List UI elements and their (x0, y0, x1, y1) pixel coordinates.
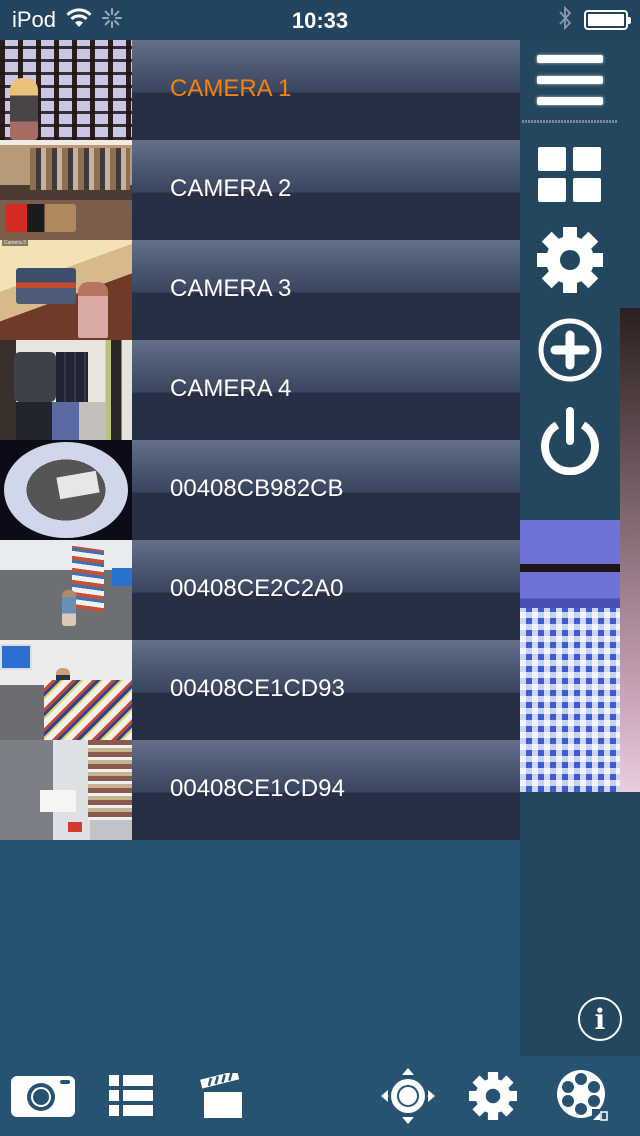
status-right (558, 0, 631, 40)
camera-row-body: 00408CE1CD94 (132, 740, 520, 840)
hamburger-menu-icon[interactable] (535, 55, 605, 105)
camera-label: CAMERA 2 (170, 175, 292, 202)
camera-thumbnail (0, 740, 132, 840)
camera-label: 00408CE1CD93 (170, 675, 345, 702)
camera-row-body: CAMERA 2 (132, 140, 520, 240)
film-reel-icon[interactable] (556, 1062, 610, 1130)
info-button[interactable]: i (578, 997, 622, 1041)
power-icon[interactable] (536, 404, 604, 476)
camera-label: 00408CE1CD94 (170, 775, 345, 802)
wifi-icon (66, 7, 92, 33)
camera-row-body: CAMERA 1 (132, 40, 520, 140)
carrier-label: iPod (12, 7, 57, 32)
camera-thumbnail (0, 640, 132, 740)
camera-thumbnail (0, 340, 132, 440)
thumbnail-detail (68, 822, 82, 832)
camera-row-body: 00408CB982CB (132, 440, 520, 540)
camera-row-body: CAMERA 3 (132, 240, 520, 340)
battery-level (588, 14, 624, 26)
camera-snapshot-icon[interactable] (10, 1062, 76, 1130)
camera-row[interactable]: Camera 3 CAMERA 3 (0, 240, 520, 340)
status-bar: iPod 10:33 (0, 0, 640, 40)
camera-thumbnail (0, 440, 132, 540)
camera-row[interactable]: 00408CE2C2A0 (0, 540, 520, 640)
gear-icon[interactable] (468, 1062, 518, 1130)
camera-thumbnail: Camera 3 (0, 240, 132, 340)
hamburger-bar (537, 55, 603, 63)
activity-spinner-icon (102, 7, 123, 33)
bottom-toolbar (0, 1056, 640, 1136)
hamburger-bar (537, 76, 603, 84)
camera-thumbnail (0, 40, 132, 140)
camera-row[interactable]: CAMERA 2 (0, 140, 520, 240)
camera-list: CAMERA 1 CAMERA 2 Camera 3 CAMERA 3 CAME… (0, 40, 520, 840)
menu-divider (522, 120, 618, 123)
camera-thumbnail (0, 140, 132, 240)
thumbnail-detail (16, 402, 106, 440)
camera-row[interactable]: 00408CE1CD93 (0, 640, 520, 740)
bluetooth-icon (558, 5, 572, 35)
camera-row[interactable]: 00408CB982CB (0, 440, 520, 540)
thumbnail-overlay-label: Camera 3 (2, 240, 28, 246)
thumbnail-detail (62, 590, 76, 626)
camera-label: 00408CE2C2A0 (170, 575, 344, 602)
status-left: iPod (12, 0, 123, 40)
info-icon: i (594, 1002, 606, 1036)
camera-label: CAMERA 3 (170, 275, 292, 302)
hamburger-bar (537, 97, 603, 105)
camera-thumbnail (0, 540, 132, 640)
add-circle-icon[interactable] (536, 316, 604, 384)
list-icon[interactable] (108, 1062, 154, 1130)
grid-layout-icon[interactable] (536, 144, 604, 206)
camera-row[interactable]: CAMERA 1 (0, 40, 520, 140)
battery-icon (584, 10, 631, 30)
clapperboard-icon[interactable] (200, 1062, 244, 1130)
camera-row-body: 00408CE2C2A0 (132, 540, 520, 640)
camera-label: CAMERA 1 (170, 75, 292, 102)
thumbnail-detail (56, 668, 70, 702)
ptz-joystick-icon[interactable] (378, 1062, 438, 1130)
camera-label: 00408CB982CB (170, 475, 344, 502)
camera-row-body: CAMERA 4 (132, 340, 520, 440)
gear-icon[interactable] (536, 226, 604, 294)
camera-label: CAMERA 4 (170, 375, 292, 402)
camera-row[interactable]: 00408CE1CD94 (0, 740, 520, 840)
camera-row[interactable]: CAMERA 4 (0, 340, 520, 440)
camera-row-body: 00408CE1CD93 (132, 640, 520, 740)
